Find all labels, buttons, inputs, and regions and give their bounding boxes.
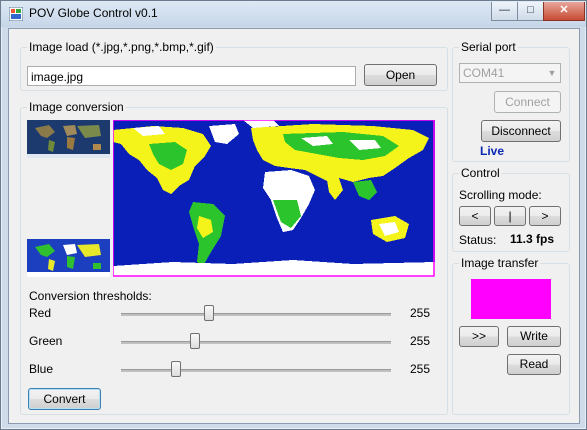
scroll-right-button[interactable]: > — [529, 206, 561, 226]
control-legend: Control — [459, 166, 502, 180]
blue-value: 255 — [410, 362, 431, 376]
connect-button[interactable]: Connect — [494, 91, 561, 113]
disconnect-button[interactable]: Disconnect — [481, 120, 561, 142]
thresholds-label: Conversion thresholds: — [29, 289, 152, 303]
green-value: 255 — [410, 334, 431, 348]
red-value: 255 — [410, 306, 431, 320]
filename-input[interactable]: image.jpg — [27, 66, 356, 86]
green-slider-thumb[interactable] — [190, 333, 200, 349]
minimize-button[interactable]: — — [491, 2, 518, 21]
blue-label: Blue — [29, 362, 54, 376]
source-image-thumbnail-top — [27, 120, 110, 158]
close-button[interactable]: ✕ — [543, 2, 585, 21]
connection-status: Live — [480, 144, 505, 158]
status-label: Status: — [459, 233, 497, 247]
client-area: Image load (*.jpg,*.png,*.bmp,*.gif) ima… — [8, 28, 580, 424]
image-load-legend: Image load (*.jpg,*.png,*.bmp,*.gif) — [27, 40, 216, 54]
fps-value: 11.3 fps — [510, 232, 555, 246]
blue-slider-thumb[interactable] — [171, 361, 181, 377]
convert-button[interactable]: Convert — [28, 388, 101, 410]
image-transfer-group: Image transfer >> Write Read — [452, 256, 570, 415]
control-group: Control Scrolling mode: < | > Status: 11… — [452, 166, 570, 252]
write-button[interactable]: Write — [507, 326, 561, 347]
port-select-value: COM41 — [463, 66, 505, 80]
forward-button[interactable]: >> — [459, 326, 499, 347]
read-button[interactable]: Read — [507, 354, 561, 375]
title-bar[interactable]: POV Globe Control v0.1 — □ ✕ — [1, 1, 586, 27]
serial-port-group: Serial port COM41 ▼ Connect Disconnect L… — [452, 40, 570, 162]
scrolling-mode-label: Scrolling mode: — [459, 188, 542, 202]
red-label: Red — [29, 306, 52, 320]
image-conversion-group: Image conversion Conversion thresholds: … — [20, 100, 448, 415]
app-icon — [9, 7, 23, 21]
red-slider-thumb[interactable] — [204, 305, 214, 321]
blue-slider-track[interactable] — [121, 369, 391, 372]
green-label: Green — [29, 334, 63, 348]
source-image-thumbnail-bottom — [27, 239, 110, 277]
red-slider-track[interactable] — [121, 313, 391, 316]
scroll-left-button[interactable]: < — [459, 206, 491, 226]
serial-port-legend: Serial port — [459, 40, 518, 54]
window-title: POV Globe Control v0.1 — [29, 6, 158, 20]
image-load-group: Image load (*.jpg,*.png,*.bmp,*.gif) ima… — [20, 40, 448, 91]
image-transfer-legend: Image transfer — [459, 256, 541, 270]
maximize-button[interactable]: □ — [517, 2, 544, 21]
main-window: POV Globe Control v0.1 — □ ✕ Image load … — [0, 0, 587, 430]
converted-image-preview — [113, 120, 435, 277]
image-conversion-legend: Image conversion — [27, 100, 126, 114]
chevron-down-icon: ▼ — [547, 68, 557, 78]
green-slider-track[interactable] — [121, 341, 391, 344]
port-select[interactable]: COM41 ▼ — [459, 63, 561, 83]
open-button[interactable]: Open — [364, 64, 437, 86]
transfer-preview — [471, 279, 551, 319]
scroll-stop-button[interactable]: | — [494, 206, 526, 226]
